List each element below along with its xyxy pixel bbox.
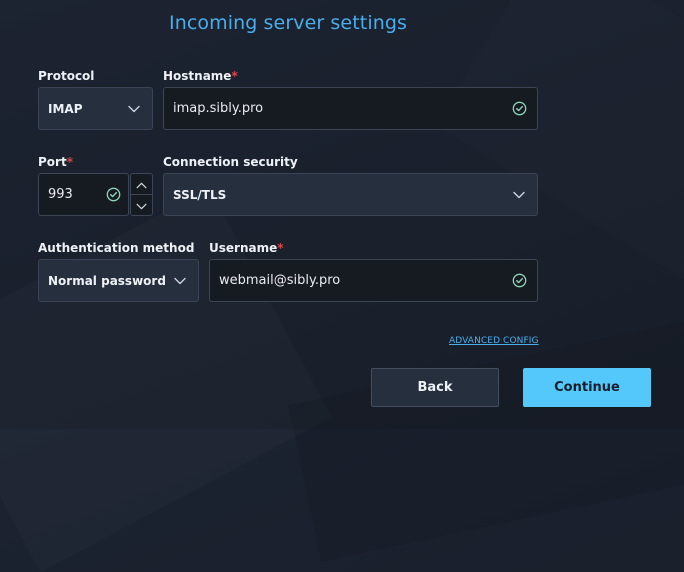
- protocol-label: Protocol: [38, 69, 94, 83]
- chevron-down-icon: [511, 187, 527, 203]
- auth-method-label-text: Authentication method: [38, 241, 195, 255]
- chevron-up-icon: [136, 174, 147, 193]
- connection-security-label: Connection security: [163, 155, 298, 169]
- check-circle-icon: [105, 187, 121, 203]
- background-shape: [287, 318, 684, 562]
- username-input[interactable]: webmail@sibly.pro: [209, 259, 538, 302]
- hostname-label-text: Hostname: [163, 69, 232, 83]
- username-label: Username*: [209, 241, 284, 255]
- advanced-config-link[interactable]: ADVANCED CONFIG: [449, 336, 539, 346]
- port-label-text: Port: [38, 155, 67, 169]
- protocol-select[interactable]: IMAP: [38, 87, 153, 130]
- background-shape: [435, 0, 684, 283]
- port-input[interactable]: 993: [38, 173, 129, 216]
- chevron-down-icon: [136, 195, 147, 214]
- username-label-text: Username: [209, 241, 278, 255]
- chevron-down-icon: [126, 101, 142, 117]
- protocol-value: IMAP: [48, 101, 83, 116]
- continue-button[interactable]: Continue: [523, 368, 651, 407]
- username-value[interactable]: webmail@sibly.pro: [210, 273, 511, 288]
- protocol-label-text: Protocol: [38, 69, 95, 83]
- port-increment-button[interactable]: [131, 174, 152, 195]
- connection-security-value: SSL/TLS: [173, 187, 227, 202]
- port-decrement-button[interactable]: [131, 195, 152, 216]
- auth-method-select[interactable]: Normal password: [38, 259, 199, 302]
- required-mark: *: [231, 69, 238, 83]
- port-stepper[interactable]: [130, 173, 153, 216]
- hostname-value[interactable]: imap.sibly.pro: [164, 101, 511, 116]
- connection-security-select[interactable]: SSL/TLS: [163, 173, 538, 216]
- hostname-input[interactable]: imap.sibly.pro: [163, 87, 538, 130]
- check-circle-icon: [511, 101, 527, 117]
- port-value[interactable]: 993: [39, 187, 105, 202]
- port-label: Port*: [38, 155, 73, 169]
- connection-security-label-text: Connection security: [163, 155, 298, 169]
- check-circle-icon: [511, 273, 527, 289]
- back-button[interactable]: Back: [371, 368, 499, 407]
- hostname-label: Hostname*: [163, 69, 238, 83]
- page-title: Incoming server settings: [169, 12, 407, 34]
- auth-method-label: Authentication method: [38, 241, 194, 255]
- auth-method-value: Normal password: [48, 273, 166, 288]
- required-mark: *: [277, 241, 284, 255]
- required-mark: *: [66, 155, 73, 169]
- chevron-down-icon: [172, 273, 188, 289]
